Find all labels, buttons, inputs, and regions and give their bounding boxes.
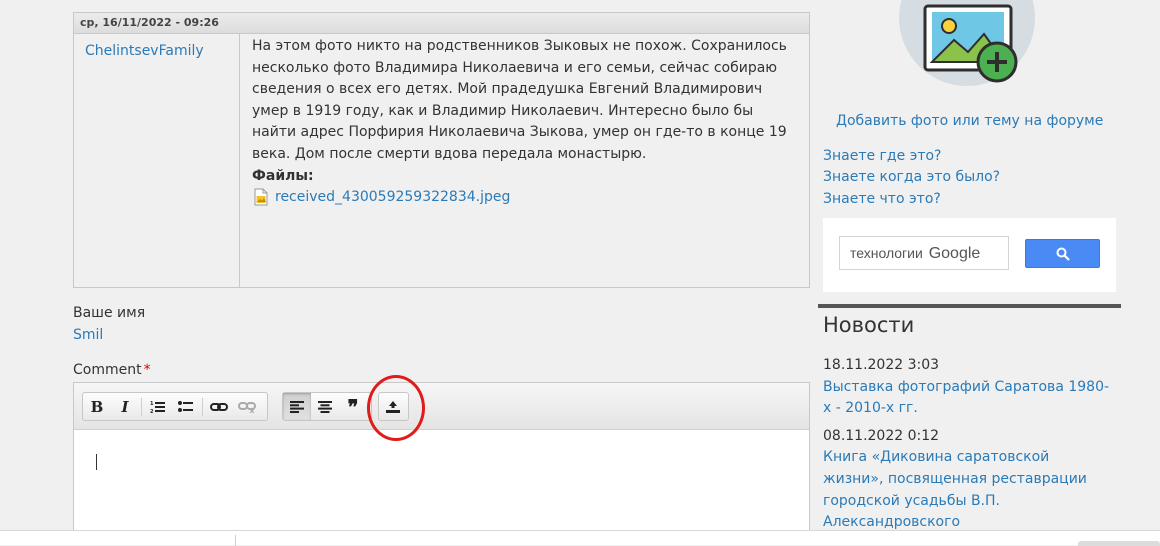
add-image-icon — [923, 4, 1018, 83]
news-link-line: х - 2010-х гг. — [823, 400, 918, 417]
news-item: 18.11.2022 3:03 Выставка фотографий Сара… — [823, 355, 1123, 420]
search-prefix: технологии — [850, 245, 923, 261]
toolbar-separator — [202, 397, 203, 416]
news-divider — [818, 304, 1121, 308]
question-link-what[interactable]: Знаете что это? — [823, 189, 1000, 210]
comment-line: На этом фото никто на родственников Зыко… — [252, 38, 787, 54]
add-photo-illustration[interactable] — [899, 0, 1035, 86]
comment-card: ср, 16/11/2022 - 09:26 ChelintsevFamily … — [73, 12, 810, 288]
italic-button[interactable]: I — [111, 393, 139, 420]
comment-date: ср, 16/11/2022 - 09:26 — [74, 13, 809, 34]
svg-text:2: 2 — [150, 409, 154, 414]
toolbar-separator — [141, 397, 142, 416]
bottom-divider — [235, 535, 236, 546]
unlink-icon — [238, 401, 256, 413]
comment-line: умер в 1919 году, как и Владимир Николае… — [252, 102, 754, 119]
browser-bottom-bar — [0, 530, 1160, 546]
bulleted-list-button[interactable] — [172, 393, 200, 420]
news-list: 18.11.2022 3:03 Выставка фотографий Сара… — [823, 355, 1123, 540]
comment-editor[interactable]: B I 12 ❞ — [73, 382, 810, 542]
search-button[interactable] — [1025, 239, 1100, 268]
toolbar-group-format: B I 12 — [82, 392, 268, 421]
blockquote-icon: ❞ — [347, 394, 359, 419]
search-icon — [1056, 247, 1070, 261]
align-center-button[interactable] — [311, 393, 339, 420]
comment-line: сведения о всех его детях. Мой прадедушк… — [252, 81, 763, 98]
comment-line: найти адрес Порфирия Николаевича Зыкова,… — [252, 124, 787, 141]
comment-body: На этом фото никто на родственников Зыко… — [252, 36, 800, 208]
comment-author-link[interactable]: ChelintsevFamily — [85, 43, 204, 59]
align-center-icon — [318, 400, 332, 413]
blockquote-button[interactable]: ❞ — [339, 393, 367, 420]
svg-text:1: 1 — [150, 401, 154, 407]
user-name-link[interactable]: Smil — [73, 327, 103, 343]
name-label: Ваше имя — [73, 305, 146, 321]
news-link-line: Книга «Диковина саратовской — [823, 449, 1050, 466]
comment-label: Comment * — [73, 362, 151, 378]
google-search-widget: технологии Google — [823, 218, 1116, 292]
news-link-line: городской усадьбы В.П. — [823, 492, 1000, 509]
italic-icon: I — [121, 397, 129, 416]
bulleted-list-icon — [178, 400, 193, 412]
bold-button[interactable]: B — [83, 393, 111, 420]
unlink-button[interactable] — [233, 393, 261, 420]
highlight-circle — [367, 375, 425, 441]
news-date: 08.11.2022 0:12 — [823, 427, 940, 444]
required-mark: * — [143, 362, 151, 378]
news-link-line: жизни», посвященная реставрации — [823, 470, 1087, 487]
news-link[interactable]: Книга «Диковина саратовской жизни», посв… — [823, 447, 1123, 533]
news-heading: Новости — [823, 313, 915, 337]
editor-toolbar: B I 12 ❞ — [74, 383, 809, 430]
comment-line: века. Дом после смерти вдова передала мо… — [252, 145, 647, 162]
attachment-row: received_430059259322834.jpeg — [252, 187, 800, 209]
align-left-button[interactable] — [283, 393, 311, 420]
numbered-list-icon: 12 — [150, 401, 165, 414]
bottom-tab-chip — [1078, 541, 1160, 546]
question-links: Знаете где это? Знаете когда это было? З… — [823, 146, 1000, 210]
news-link[interactable]: Выставка фотографий Саратова 1980- х - 2… — [823, 377, 1123, 420]
comment-label-text: Comment — [73, 362, 142, 378]
align-left-icon — [290, 400, 304, 413]
search-input[interactable]: технологии Google — [839, 236, 1009, 270]
add-photo-link[interactable]: Добавить фото или тему на форуме — [836, 113, 1103, 129]
news-link-line: Выставка фотографий Саратова 1980- — [823, 378, 1110, 395]
numbered-list-button[interactable]: 12 — [144, 393, 172, 420]
comment-line: несколько фото Владимира Николаевича и е… — [252, 59, 778, 76]
news-item: 08.11.2022 0:12 Книга «Диковина саратовс… — [823, 426, 1123, 534]
link-button[interactable] — [205, 393, 233, 420]
question-link-where[interactable]: Знаете где это? — [823, 146, 1000, 167]
question-link-when[interactable]: Знаете когда это было? — [823, 167, 1000, 188]
image-file-icon — [254, 188, 268, 206]
news-date: 18.11.2022 3:03 — [823, 357, 940, 373]
bold-icon: B — [90, 397, 104, 416]
files-label: Файлы: — [252, 167, 314, 184]
toolbar-group-align: ❞ — [282, 392, 372, 421]
text-caret — [96, 454, 97, 470]
link-icon — [210, 402, 228, 411]
attachment-link[interactable]: received_430059259322834.jpeg — [275, 187, 510, 209]
comment-author-cell: ChelintsevFamily — [74, 34, 240, 287]
google-logo: Google — [928, 245, 981, 262]
